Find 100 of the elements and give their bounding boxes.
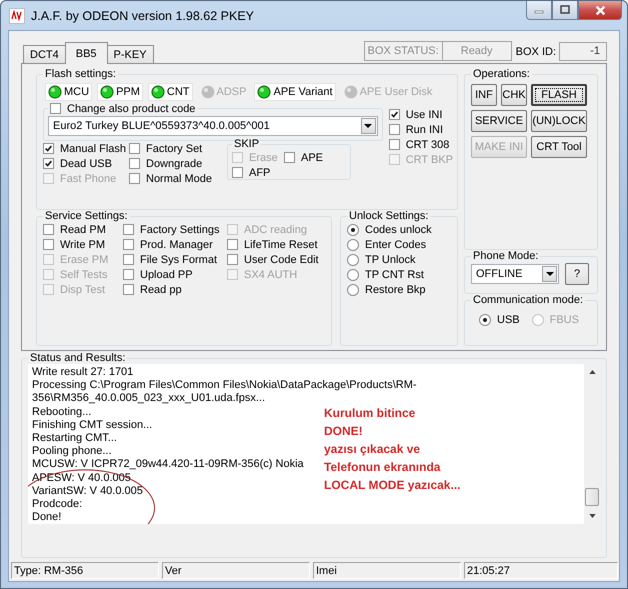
log-line: VariantSW: V 40.0.005 xyxy=(32,484,143,498)
radio-button[interactable] xyxy=(347,284,359,296)
operation-button[interactable]: (UN)LOCK xyxy=(531,110,587,132)
checkbox-label: Dead USB xyxy=(60,158,112,170)
help-button[interactable]: ? xyxy=(565,263,589,285)
checkbox-label: Self Tests xyxy=(60,268,108,280)
checkbox[interactable] xyxy=(123,284,134,295)
checkbox[interactable] xyxy=(123,269,134,280)
group-title: Phone Mode: xyxy=(472,250,540,262)
log-line: Write result 27: 1701 xyxy=(32,366,134,380)
group-title: Flash settings: xyxy=(44,68,117,80)
log-line: Processing C:\Program Files\Common Files\Nokia\DataPackage\Products\RM- xyxy=(32,379,417,392)
indicator-label: CNT xyxy=(166,86,190,98)
checkbox-label: Fast Phone xyxy=(60,172,116,184)
operation-button[interactable]: SERVICE xyxy=(471,110,527,132)
checkbox[interactable] xyxy=(129,158,140,169)
radio-button[interactable] xyxy=(347,224,359,236)
checkbox[interactable] xyxy=(43,143,54,154)
group-title: Status and Results: xyxy=(29,352,126,364)
group-title: Unlock Settings: xyxy=(348,210,430,222)
group-title: Operations: xyxy=(472,68,531,80)
dropdown-button[interactable] xyxy=(542,266,557,282)
close-button[interactable] xyxy=(578,1,622,20)
checkbox[interactable] xyxy=(388,139,400,150)
checkbox[interactable] xyxy=(43,239,54,250)
annotation-text: DONE! xyxy=(324,423,363,440)
checkbox-label: Factory Set xyxy=(146,142,202,154)
product-code-dropdown[interactable]: Euro2 Turkey BLUE^0559373^40.0.005^001 xyxy=(48,116,378,136)
checkbox[interactable] xyxy=(129,173,140,184)
scroll-up-icon[interactable] xyxy=(588,370,596,374)
group-title: Communication mode: xyxy=(472,294,584,306)
checkbox-label: Prod. Manager xyxy=(140,238,213,250)
indicator-label: APE Variant xyxy=(273,86,333,98)
checkbox[interactable] xyxy=(123,254,134,265)
checkbox-label: Run INI xyxy=(406,124,444,136)
checkbox-label: Upload PP xyxy=(140,268,193,280)
log-line: Finishing CMT session... xyxy=(32,418,152,432)
operation-button[interactable]: FLASH xyxy=(531,84,587,106)
radio-button[interactable] xyxy=(479,314,491,326)
checkbox[interactable] xyxy=(227,239,238,250)
caret-icon xyxy=(364,124,372,128)
checkbox-label: Factory Settings xyxy=(140,224,220,236)
phone-mode-dropdown[interactable]: OFFLINE xyxy=(471,264,559,284)
checkbox[interactable] xyxy=(43,158,54,169)
minimize-button[interactable] xyxy=(526,1,552,20)
operation-button[interactable]: CRT Tool xyxy=(531,136,587,158)
tab[interactable]: BB5 xyxy=(64,42,108,64)
scrollbar-thumb[interactable] xyxy=(585,488,599,506)
operation-button[interactable]: INF xyxy=(471,84,497,106)
checkbox-label: Change also product code xyxy=(67,102,196,114)
indicator-label: ADSP xyxy=(216,86,246,98)
radio-button[interactable] xyxy=(347,238,359,250)
annotation-text: Kurulum bitince xyxy=(324,405,416,422)
group-title: SKIP xyxy=(233,138,260,150)
checkbox-label: Write PM xyxy=(60,238,106,250)
checkbox[interactable] xyxy=(50,103,61,114)
annotation-text: yazısı çıkacak ve xyxy=(324,441,420,458)
status-bar-panel: Ver xyxy=(162,562,310,579)
dropdown-button[interactable] xyxy=(360,118,376,134)
checkbox-label: Erase PM xyxy=(60,254,108,266)
app-icon xyxy=(9,8,25,24)
checkbox[interactable] xyxy=(43,224,54,235)
radio-label: USB xyxy=(497,314,520,326)
radio-label: TP Unlock xyxy=(365,254,416,266)
operation-button[interactable]: CHK xyxy=(501,84,527,106)
checkbox[interactable] xyxy=(227,254,238,265)
scroll-down-icon[interactable] xyxy=(588,514,596,518)
radio-button[interactable] xyxy=(347,254,359,266)
maximize-icon xyxy=(560,5,570,15)
status-bar-panel: Imei xyxy=(313,562,461,579)
log-line: Rebooting... xyxy=(32,406,92,419)
checkbox-label: Manual Flash xyxy=(60,142,126,154)
tab[interactable]: DCT4 xyxy=(23,45,66,63)
checkbox-label: CRT 308 xyxy=(406,138,450,150)
status-bar-panel: 21:05:27 xyxy=(464,562,618,579)
radio-button[interactable] xyxy=(347,268,359,280)
checkbox[interactable] xyxy=(129,143,140,154)
checkbox[interactable] xyxy=(388,124,400,135)
checkbox-label: Normal Mode xyxy=(146,172,212,184)
annotation-text: Telefonun ekranında xyxy=(324,459,440,476)
checkbox-label: SX4 AUTH xyxy=(244,268,298,280)
caret-icon xyxy=(546,272,554,276)
checkbox-label: Downgrade xyxy=(146,158,202,170)
tab[interactable]: P-KEY xyxy=(106,45,154,63)
checkbox-label: ADC reading xyxy=(244,224,307,236)
maximize-button[interactable] xyxy=(552,1,578,20)
checkbox[interactable] xyxy=(232,167,243,178)
checkbox[interactable] xyxy=(123,224,134,235)
checkbox-label: LifeTime Reset xyxy=(244,238,318,250)
log-line: 356\RM356_40.0.005_023_xxx_U01.uda.fpsx... xyxy=(32,392,265,406)
log-line: Done! xyxy=(32,511,62,524)
checkbox[interactable] xyxy=(123,239,134,250)
indicator-label: MCU xyxy=(64,86,90,98)
checkbox-label: File Sys Format xyxy=(140,254,218,266)
radio-label: FBUS xyxy=(550,314,579,326)
indicator-label: PPM xyxy=(116,86,140,98)
checkbox[interactable] xyxy=(284,152,295,163)
checkbox[interactable] xyxy=(388,109,400,120)
radio-label: TP CNT Rst xyxy=(365,268,424,280)
log-line: Pooling phone... xyxy=(32,445,112,458)
